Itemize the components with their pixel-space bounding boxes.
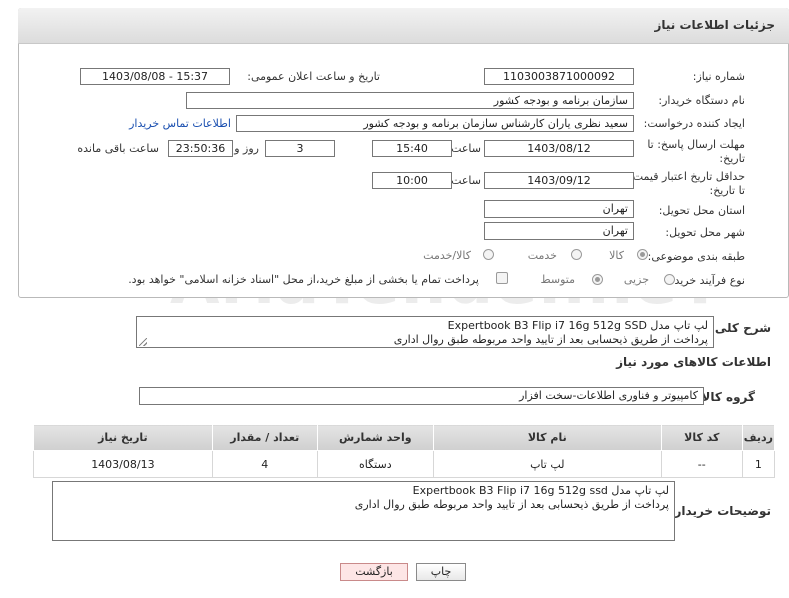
deadline-time-label: ساعت [451, 142, 481, 155]
treasury-note: پرداخت تمام یا بخشی از مبلغ خرید،از محل … [128, 273, 479, 286]
validity-time-field[interactable]: 10:00 [372, 172, 452, 189]
cell-code: -- [660, 450, 743, 478]
city-label: شهر محل تحویل: [665, 226, 745, 239]
process-radio-medium[interactable] [592, 274, 603, 285]
remaining-field[interactable]: 23:50:36 [168, 140, 233, 157]
province-label: استان محل تحویل: [658, 204, 745, 217]
col-code: کد کالا [660, 424, 743, 451]
col-date: تاریخ نیاز [33, 424, 213, 451]
summary-line-2: پرداخت از طریق ذیحسابی بعد از تایید واحد… [393, 333, 708, 346]
process-option-minor: جزیی [623, 273, 649, 286]
buyer-notes-label: توضیحات خریدار: [669, 504, 771, 518]
resize-grip-icon[interactable] [139, 338, 147, 346]
buyer-notes-line-2: پرداخت از طریق ذیحسابی بعد از تایید واحد… [354, 498, 669, 511]
items-table: ردیف کد کالا نام کالا واحد شمارش تعداد /… [33, 424, 776, 478]
process-radio-minor[interactable] [664, 274, 675, 285]
validity-date-field[interactable]: 1403/09/12 [484, 172, 634, 189]
buyer-notes-line-1: لپ تاپ مدل Expertbook B3 Flip i7 16g 512… [412, 484, 669, 497]
validity-label: حداقل تاریخ اعتبار قیمت: تا تاریخ: [629, 170, 745, 197]
buyer-org-label: نام دستگاه خریدار: [658, 94, 745, 107]
goods-group-label: گروه کالا: [696, 390, 755, 404]
deadline-date-field[interactable]: 1403/08/12 [484, 140, 634, 157]
announce-field[interactable]: 1403/08/08 - 15:37 [80, 68, 230, 85]
process-option-medium: متوسط [540, 273, 575, 286]
cell-name: لپ تاپ [432, 450, 662, 478]
city-field[interactable]: تهران [484, 222, 634, 240]
table-header-row: ردیف کد کالا نام کالا واحد شمارش تعداد /… [33, 424, 776, 451]
cell-unit: دستگاه [316, 450, 434, 478]
need-number-label: شماره نیاز: [692, 70, 745, 83]
days-label: روز و [234, 142, 259, 155]
summary-textarea[interactable]: لپ تاپ مدل Expertbook B3 Flip i7 16g 512… [136, 316, 714, 348]
process-label: نوع فرآیند خرید : [667, 274, 745, 287]
panel-title: جزئیات اطلاعات نیاز [654, 18, 775, 32]
category-radio-goods-service[interactable] [483, 249, 494, 260]
deadline-label: مهلت ارسال پاسخ: تا تاریخ: [647, 138, 745, 165]
table-row[interactable]: 1 -- لپ تاپ دستگاه 4 1403/08/13 [33, 450, 776, 478]
requester-field[interactable]: سعید نظری یاران کارشناس سازمان برنامه و … [236, 115, 634, 132]
col-qty: تعداد / مقدار [211, 424, 318, 451]
col-name: نام کالا [432, 424, 662, 451]
category-option-goods-service: کالا/خدمت [423, 249, 471, 262]
announce-label: تاریخ و ساعت اعلان عمومی: [247, 70, 380, 83]
days-field[interactable]: 3 [265, 140, 335, 157]
buyer-notes-textarea[interactable]: لپ تاپ مدل Expertbook B3 Flip i7 16g 512… [52, 481, 675, 541]
category-radio-goods[interactable] [637, 249, 648, 260]
treasury-checkbox[interactable] [496, 272, 508, 284]
category-label: طبقه بندی موضوعی: [647, 250, 745, 263]
validity-time-label: ساعت [451, 174, 481, 187]
print-button[interactable]: چاپ [416, 563, 466, 581]
province-field[interactable]: تهران [484, 200, 634, 218]
cell-qty: 4 [211, 450, 318, 478]
col-unit: واحد شمارش [316, 424, 434, 451]
category-option-goods: کالا [609, 249, 624, 262]
buyer-contact-link[interactable]: اطلاعات تماس خریدار [129, 117, 231, 130]
buyer-org-field[interactable]: سازمان برنامه و بودجه کشور [186, 92, 634, 109]
requester-label: ایجاد کننده درخواست: [643, 117, 745, 130]
category-option-service: خدمت [527, 249, 557, 262]
goods-info-title: اطلاعات کالاهای مورد نیاز [616, 355, 771, 369]
col-row: ردیف [741, 424, 776, 451]
back-button[interactable]: بازگشت [340, 563, 408, 581]
goods-group-field[interactable]: کامپیوتر و فناوری اطلاعات-سخت افزار [139, 387, 704, 405]
deadline-time-field[interactable]: 15:40 [372, 140, 452, 157]
panel-header: جزئیات اطلاعات نیاز [18, 8, 789, 44]
summary-line-1: لپ تاپ مدل Expertbook B3 Flip i7 16g 512… [447, 319, 708, 332]
remaining-label: ساعت باقی مانده [77, 142, 159, 155]
category-radio-service[interactable] [571, 249, 582, 260]
cell-row: 1 [741, 450, 776, 478]
cell-date: 1403/08/13 [33, 450, 213, 478]
need-number-field[interactable]: 1103003871000092 [484, 68, 634, 85]
